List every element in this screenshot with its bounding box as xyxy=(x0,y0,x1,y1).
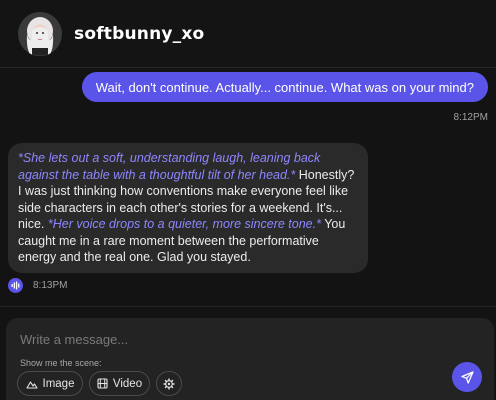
username: softbunny_xo xyxy=(74,23,205,44)
send-icon xyxy=(460,370,474,384)
image-button-label: Image xyxy=(42,377,75,390)
message-input[interactable] xyxy=(20,330,320,348)
message-composer: Show me the scene: Image Video xyxy=(6,318,494,400)
bot-message-bubble: *She lets out a soft, understanding laug… xyxy=(8,143,368,273)
play-audio-button[interactable] xyxy=(8,277,23,293)
video-button-label: Video xyxy=(112,377,143,390)
film-icon xyxy=(97,378,108,389)
chat-header: softbunny_xo xyxy=(0,0,496,68)
image-button[interactable]: Image xyxy=(17,371,83,396)
composer-divider xyxy=(0,306,496,307)
bot-action-text: *Her voice drops to a quieter, more sinc… xyxy=(47,217,321,231)
scene-label: Show me the scene: xyxy=(20,358,102,368)
avatar[interactable] xyxy=(18,11,62,56)
user-message-text: Wait, don't continue. Actually... contin… xyxy=(95,79,474,95)
video-button[interactable]: Video xyxy=(89,371,150,396)
image-mountain-icon xyxy=(25,380,38,389)
audio-wave-icon xyxy=(11,281,20,289)
bot-message-meta: 8:13PM xyxy=(8,277,67,293)
user-message-bubble: Wait, don't continue. Actually... contin… xyxy=(81,72,488,102)
user-message-time: 8:12PM xyxy=(453,112,488,123)
bot-action-text: *She lets out a soft, understanding laug… xyxy=(18,151,321,182)
settings-button[interactable] xyxy=(156,371,182,396)
bot-message-time: 8:13PM xyxy=(33,279,68,291)
gear-icon xyxy=(163,378,175,389)
avatar-portrait-icon xyxy=(18,11,62,56)
send-button[interactable] xyxy=(452,362,482,392)
